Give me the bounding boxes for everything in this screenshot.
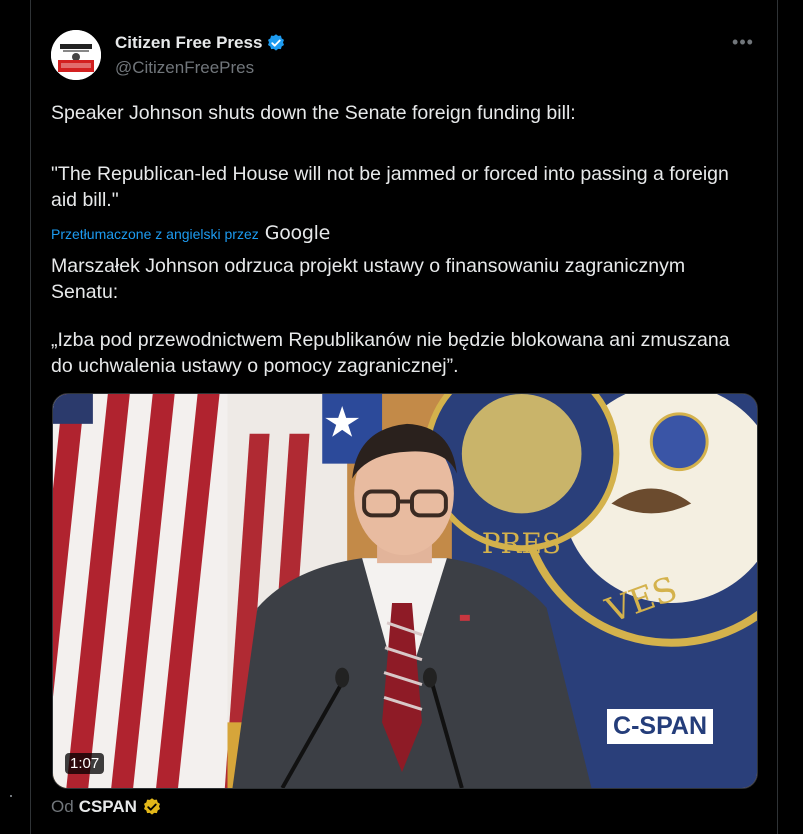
author-handle[interactable]: @CitizenFreePres <box>115 58 254 78</box>
verified-badge-icon[interactable] <box>266 33 286 53</box>
translated-label[interactable]: Przetłumaczone z angielski przez <box>51 226 259 242</box>
source-name[interactable]: CSPAN <box>79 797 137 817</box>
google-logo: Google <box>264 222 331 244</box>
source-prefix: Od <box>51 797 74 816</box>
tweet-text-line-1: Speaker Johnson shuts down the Senate fo… <box>51 102 576 124</box>
avatar[interactable] <box>51 30 101 80</box>
video-duration: 1:07 <box>65 753 105 774</box>
svg-text:PRES: PRES <box>482 527 561 560</box>
cspan-watermark: C-SPAN <box>607 709 713 744</box>
display-name[interactable]: Citizen Free Press <box>115 33 262 53</box>
translated-text-line-1: Marszałek Johnson odrzuca projekt ustawy… <box>51 255 686 303</box>
video-player[interactable]: VES PRES C-SPAN 1:07 <box>52 393 758 789</box>
video-source[interactable]: Od CSPAN <box>51 797 162 817</box>
gold-verified-badge-icon[interactable] <box>142 797 162 817</box>
scroll-marker <box>10 795 12 797</box>
translation-attribution[interactable]: Przetłumaczone z angielski przez Google <box>51 222 330 244</box>
author-name-row[interactable]: Citizen Free Press <box>115 33 286 53</box>
translated-text-line-2: „Izba pod przewodnictwem Republikanów ni… <box>51 329 730 377</box>
more-options-button[interactable]: ••• <box>731 30 755 54</box>
tweet-card[interactable]: Citizen Free Press @CitizenFreePres ••• … <box>30 0 778 834</box>
tweet-text-line-2: "The Republican-led House will not be ja… <box>51 163 729 211</box>
citizen-free-press-logo-icon <box>51 30 101 80</box>
